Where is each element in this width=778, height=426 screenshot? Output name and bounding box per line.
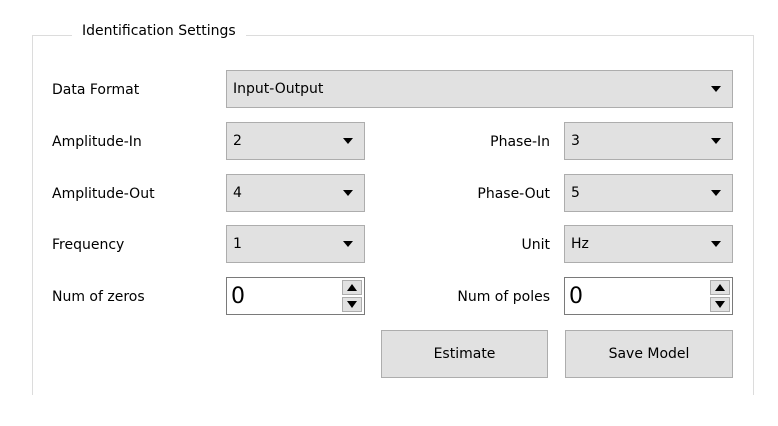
spin-down-icon — [715, 301, 725, 308]
save-model-button[interactable]: Save Model — [565, 330, 733, 378]
data-format-dropdown[interactable]: Input-Output — [226, 70, 733, 108]
data-format-value: Input-Output — [233, 81, 324, 97]
unit-dropdown[interactable]: Hz — [564, 225, 733, 263]
frequency-value: 1 — [233, 236, 242, 252]
num-zeros-label: Num of zeros — [52, 289, 145, 305]
unit-value: Hz — [571, 236, 589, 252]
spin-up-icon — [347, 284, 357, 291]
amplitude-out-dropdown[interactable]: 4 — [226, 174, 365, 212]
chevron-down-icon — [711, 86, 721, 92]
num-zeros-input[interactable] — [227, 278, 338, 314]
amplitude-in-dropdown[interactable]: 2 — [226, 122, 365, 160]
chevron-down-icon — [711, 190, 721, 196]
num-zeros-spinbox — [226, 277, 365, 315]
chevron-down-icon — [711, 241, 721, 247]
num-poles-spin-buttons — [710, 280, 730, 312]
data-format-label: Data Format — [52, 82, 140, 98]
phase-in-dropdown[interactable]: 3 — [564, 122, 733, 160]
num-poles-increment-button[interactable] — [710, 280, 730, 295]
unit-label: Unit — [521, 237, 551, 253]
num-zeros-spin-buttons — [342, 280, 362, 312]
chevron-down-icon — [711, 138, 721, 144]
num-poles-spinbox — [564, 277, 733, 315]
phase-out-dropdown[interactable]: 5 — [564, 174, 733, 212]
phase-out-value: 5 — [571, 185, 580, 201]
num-poles-decrement-button[interactable] — [710, 297, 730, 312]
num-poles-input[interactable] — [565, 278, 706, 314]
estimate-button[interactable]: Estimate — [381, 330, 548, 378]
phase-in-label: Phase-In — [490, 134, 550, 150]
num-zeros-increment-button[interactable] — [342, 280, 362, 295]
amplitude-in-value: 2 — [233, 133, 242, 149]
chevron-down-icon — [343, 190, 353, 196]
group-title: Identification Settings — [72, 21, 246, 41]
amplitude-out-label: Amplitude-Out — [52, 186, 155, 202]
num-zeros-decrement-button[interactable] — [342, 297, 362, 312]
identification-settings-panel: Identification Settings Data Format Inpu… — [0, 0, 778, 426]
num-poles-label: Num of poles — [457, 289, 550, 305]
spin-down-icon — [347, 301, 357, 308]
chevron-down-icon — [343, 138, 353, 144]
frequency-dropdown[interactable]: 1 — [226, 225, 365, 263]
phase-in-value: 3 — [571, 133, 580, 149]
phase-out-label: Phase-Out — [477, 186, 550, 202]
amplitude-in-label: Amplitude-In — [52, 134, 142, 150]
frequency-label: Frequency — [52, 237, 125, 253]
chevron-down-icon — [343, 241, 353, 247]
amplitude-out-value: 4 — [233, 185, 242, 201]
spin-up-icon — [715, 284, 725, 291]
